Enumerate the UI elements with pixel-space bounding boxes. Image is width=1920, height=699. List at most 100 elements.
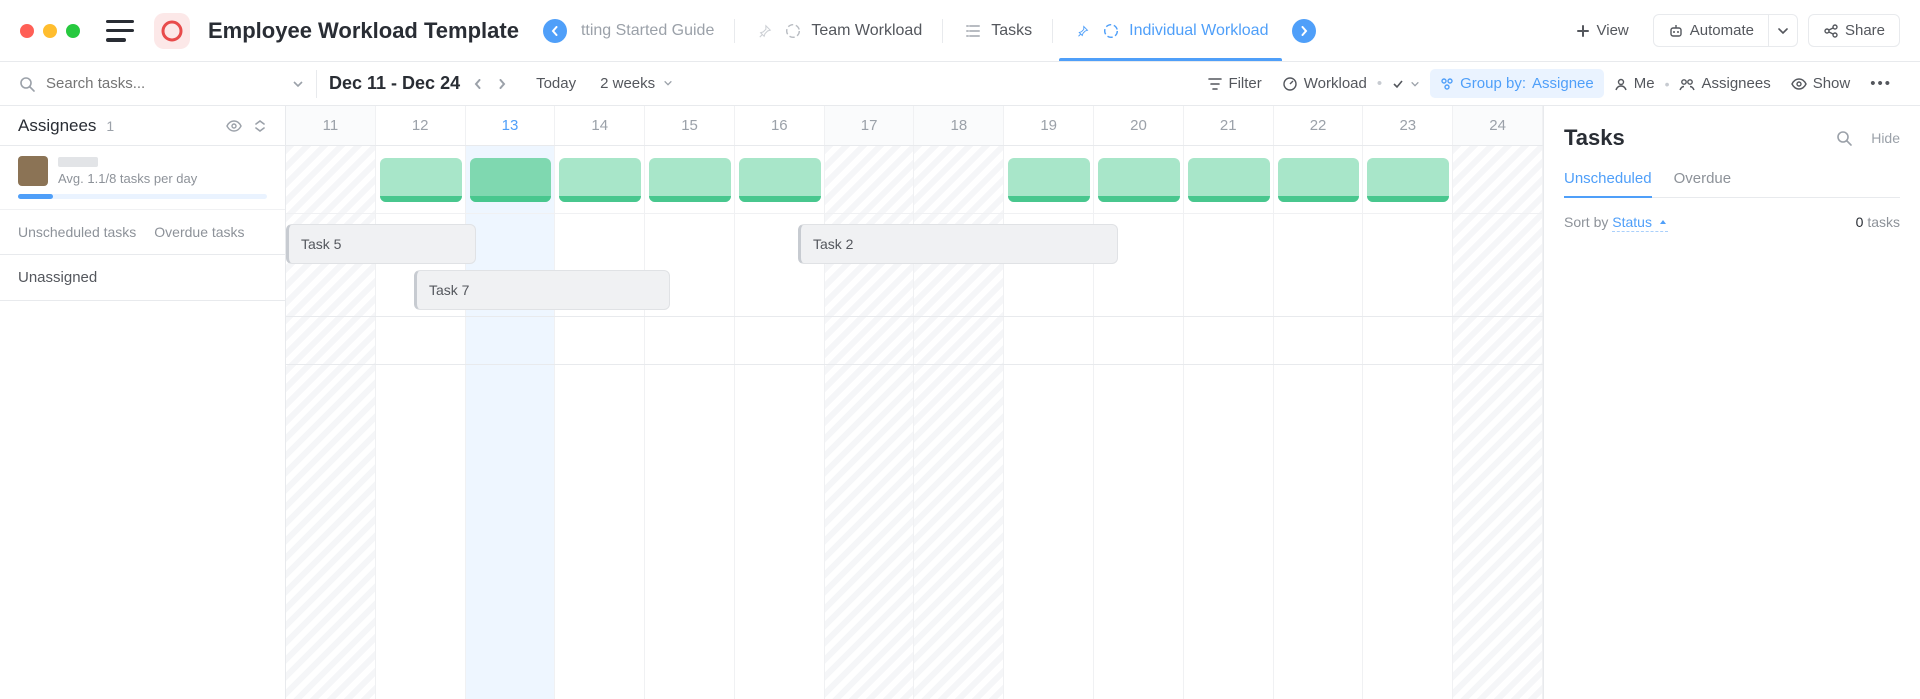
timeline-column[interactable]	[1274, 146, 1364, 699]
close-window[interactable]	[20, 24, 34, 38]
day-header: 18	[914, 106, 1004, 145]
timeline-column[interactable]	[466, 146, 556, 699]
capacity-block	[290, 158, 372, 202]
plus-icon	[1575, 23, 1591, 39]
timeline-column[interactable]	[1184, 146, 1274, 699]
capacity-block	[649, 158, 731, 202]
timeline-column[interactable]	[1453, 146, 1543, 699]
task-bar[interactable]: Task 5	[286, 224, 476, 264]
panel-search[interactable]	[1835, 129, 1853, 147]
me-button[interactable]: Me	[1604, 69, 1665, 98]
show-button[interactable]: Show	[1781, 69, 1861, 98]
avatar	[18, 156, 48, 186]
filter-icon	[1208, 77, 1222, 91]
timeline-column[interactable]	[555, 146, 645, 699]
chevron-left-icon	[550, 26, 560, 36]
workload-progress	[18, 194, 267, 199]
sort-by-value[interactable]: Status	[1612, 214, 1668, 232]
robot-icon	[1668, 23, 1684, 39]
tabs-next-arrow[interactable]	[1292, 19, 1316, 43]
automate-dropdown[interactable]	[1769, 14, 1798, 47]
task-bar[interactable]: Task 7	[414, 270, 670, 310]
panel-tab-unscheduled[interactable]: Unscheduled	[1564, 170, 1652, 197]
search-input[interactable]	[46, 75, 282, 92]
tab-individual-workload[interactable]: Individual Workload	[1059, 2, 1282, 60]
gauge-icon	[1282, 76, 1298, 92]
minimize-window[interactable]	[43, 24, 57, 38]
tab-separator	[1052, 19, 1053, 43]
date-next[interactable]	[490, 72, 514, 96]
collapse-all[interactable]	[253, 119, 267, 133]
chevron-right-icon	[497, 79, 507, 89]
view-button[interactable]: View	[1561, 15, 1643, 46]
capacity-block	[1278, 158, 1360, 202]
date-range[interactable]: Dec 11 - Dec 24	[329, 73, 460, 94]
capacity-block	[1098, 158, 1180, 202]
tab-getting-started[interactable]: tting Started Guide	[567, 2, 728, 60]
tabs-prev-arrow[interactable]	[543, 19, 567, 43]
task-bar[interactable]: Task 2	[798, 224, 1118, 264]
pin-icon	[1073, 21, 1093, 41]
tab-label: Team Workload	[811, 22, 922, 40]
automate-button[interactable]: Automate	[1653, 14, 1769, 47]
day-header: 16	[735, 106, 825, 145]
pin-icon	[755, 21, 775, 41]
search-dropdown[interactable]	[292, 78, 304, 90]
groupby-prefix: Group by:	[1460, 75, 1526, 92]
day-header: 15	[645, 106, 735, 145]
tab-label: tting Started Guide	[581, 22, 714, 40]
tool-label: Filter	[1228, 75, 1261, 92]
day-header: 13	[466, 106, 556, 145]
tab-team-workload[interactable]: Team Workload	[741, 2, 936, 60]
chevron-down-icon	[292, 78, 304, 90]
timeline-column[interactable]	[1363, 146, 1453, 699]
task-label: Task 7	[429, 282, 469, 298]
tool-label: Workload	[1304, 75, 1367, 92]
day-header: 11	[286, 106, 376, 145]
assignees-button[interactable]: Assignees	[1669, 69, 1780, 98]
share-icon	[1823, 23, 1839, 39]
workload-icon	[1101, 21, 1121, 41]
hide-panel[interactable]: Hide	[1871, 130, 1900, 146]
row-divider	[286, 364, 1543, 365]
tab-tasks[interactable]: Tasks	[949, 2, 1046, 60]
space-logo[interactable]	[154, 13, 190, 49]
unassigned-row[interactable]: Unassigned	[0, 254, 285, 301]
date-prev[interactable]	[466, 72, 490, 96]
filter-button[interactable]: Filter	[1198, 69, 1271, 98]
groupby-button[interactable]: Group by: Assignee	[1430, 69, 1604, 98]
eye-icon	[1791, 77, 1807, 91]
group-icon	[1440, 77, 1454, 91]
capacity-block	[829, 158, 911, 202]
eye-icon	[225, 119, 243, 133]
circle-icon	[160, 19, 184, 43]
chevron-down-icon	[663, 78, 673, 88]
overdue-tasks-link[interactable]: Overdue tasks	[154, 224, 244, 240]
timeline-column[interactable]	[645, 146, 735, 699]
capacity-block	[470, 158, 552, 202]
tool-label: Assignees	[1701, 75, 1770, 92]
window-controls[interactable]	[20, 24, 80, 38]
task-count: 0	[1856, 214, 1864, 230]
search-icon	[1835, 129, 1853, 147]
capacity-block	[380, 158, 462, 202]
maximize-window[interactable]	[66, 24, 80, 38]
panel-tab-overdue[interactable]: Overdue	[1674, 170, 1732, 197]
capacity-block	[1008, 158, 1090, 202]
search-icon	[18, 75, 36, 93]
workload-settings[interactable]: Workload •	[1272, 69, 1430, 98]
assignee-row[interactable]: Avg. 1.1/8 tasks per day	[0, 146, 285, 210]
visibility-toggle[interactable]	[225, 119, 243, 133]
span-selector[interactable]: 2 weeks	[588, 75, 685, 92]
capacity-block	[559, 158, 641, 202]
unscheduled-tasks-link[interactable]: Unscheduled tasks	[18, 224, 136, 240]
tool-label: Show	[1813, 75, 1851, 92]
menu-icon[interactable]	[106, 20, 134, 42]
more-menu[interactable]: •••	[1860, 69, 1902, 98]
workload-checkbox[interactable]	[1392, 78, 1404, 90]
today-button[interactable]: Today	[524, 75, 588, 92]
share-button[interactable]: Share	[1808, 14, 1900, 47]
chevron-right-icon	[1299, 26, 1309, 36]
avg-tasks-label: Avg. 1.1/8 tasks per day	[58, 171, 267, 186]
capacity-block	[918, 158, 1000, 202]
